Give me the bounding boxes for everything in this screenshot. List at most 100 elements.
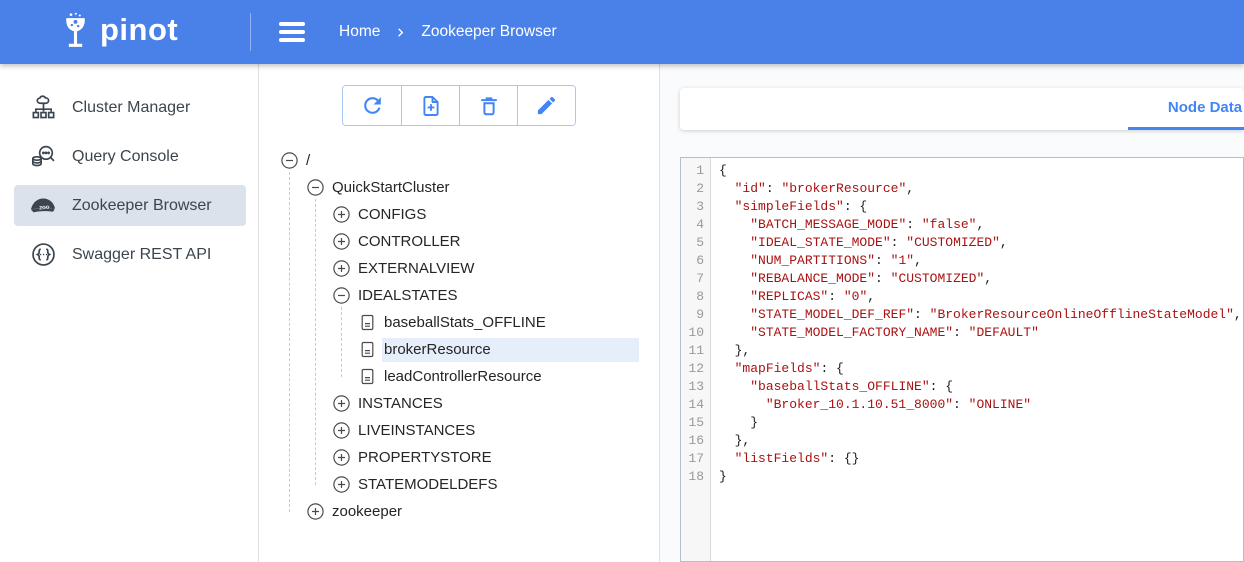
swagger-icon <box>30 241 57 268</box>
plus-circle-icon[interactable] <box>333 395 350 412</box>
minus-circle-icon[interactable] <box>281 152 298 169</box>
tree-item-label: IDEALSTATES <box>356 284 639 308</box>
sidebar: Cluster Manager Query Console ZOOZookeeper… <box>0 64 259 562</box>
tree-item-INSTANCES[interactable]: INSTANCES <box>259 390 639 417</box>
minus-circle-icon[interactable] <box>333 287 350 304</box>
zookeeper-icon: ZOO <box>30 192 57 219</box>
sidebar-item-zookeeper-browser[interactable]: ZOOZookeeper Browser <box>14 185 246 226</box>
refresh-button[interactable] <box>343 86 401 125</box>
chevron-right-icon <box>392 24 409 41</box>
line-number: 15 <box>681 414 704 432</box>
tab-node-data[interactable]: Node Data <box>1128 88 1244 130</box>
sidebar-item-swagger-rest-api[interactable]: Swagger REST API <box>14 234 246 275</box>
minus-circle-icon[interactable] <box>307 179 324 196</box>
plus-circle-icon[interactable] <box>307 503 324 520</box>
line-number: 16 <box>681 432 704 450</box>
line-number: 18 <box>681 468 704 486</box>
code-line: "simpleFields": { <box>719 198 1243 216</box>
add-node-button[interactable] <box>401 86 459 125</box>
tree-item-baseballStats-OFFLINE[interactable]: baseballStats_OFFLINE <box>259 309 639 336</box>
tree-item-label: QuickStartCluster <box>330 176 639 200</box>
node-data-panel: Node Data 123456789101112131415161718 { … <box>660 64 1244 562</box>
line-number: 14 <box>681 396 704 414</box>
code-line: }, <box>719 432 1243 450</box>
document-icon <box>359 368 376 385</box>
app-window: pinot Home Zookeeper Browser Cluster Man… <box>0 0 1244 562</box>
code-line: "mapFields": { <box>719 360 1243 378</box>
sidebar-item-label: Swagger REST API <box>72 246 211 264</box>
line-number: 8 <box>681 288 704 306</box>
line-number: 6 <box>681 252 704 270</box>
refresh-icon <box>360 93 385 118</box>
tree-item-leadControllerResource[interactable]: leadControllerResource <box>259 363 639 390</box>
plus-circle-icon[interactable] <box>333 233 350 250</box>
code-line: "STATE_MODEL_FACTORY_NAME": "DEFAULT" <box>719 324 1243 342</box>
zk-toolbar-group <box>342 85 576 126</box>
app-header: pinot Home Zookeeper Browser <box>0 0 1244 64</box>
delete-button[interactable] <box>459 86 517 125</box>
tree-item-label: zookeeper <box>330 500 639 524</box>
line-number: 4 <box>681 216 704 234</box>
code-line: } <box>719 414 1243 432</box>
tree-item-PROPERTYSTORE[interactable]: PROPERTYSTORE <box>259 444 639 471</box>
plus-circle-icon[interactable] <box>333 206 350 223</box>
plus-circle-icon[interactable] <box>333 422 350 439</box>
sidebar-item-label: Query Console <box>72 148 179 166</box>
tree-item-zookeeper[interactable]: zookeeper <box>259 498 639 525</box>
json-editor[interactable]: 123456789101112131415161718 { "id": "bro… <box>680 157 1244 562</box>
code-area[interactable]: { "id": "brokerResource", "simpleFields"… <box>711 158 1243 561</box>
tree-item-EXTERNALVIEW[interactable]: EXTERNALVIEW <box>259 255 639 282</box>
zookeeper-tree-panel: / QuickStartClusterCONFIGSCONTROLLEREXTER… <box>259 64 660 562</box>
trash-icon <box>477 94 501 118</box>
code-line: "NUM_PARTITIONS": "1", <box>719 252 1243 270</box>
line-number-gutter: 123456789101112131415161718 <box>681 158 711 561</box>
tree-item-IDEALSTATES[interactable]: IDEALSTATES <box>259 282 639 309</box>
plus-circle-icon[interactable] <box>333 449 350 466</box>
tree-item-CONTROLLER[interactable]: CONTROLLER <box>259 228 639 255</box>
breadcrumb-current: Zookeeper Browser <box>421 23 556 41</box>
document-icon <box>359 341 376 358</box>
plus-circle-icon[interactable] <box>333 260 350 277</box>
line-number: 17 <box>681 450 704 468</box>
tree-item-QuickStartCluster[interactable]: QuickStartCluster <box>259 174 639 201</box>
tree-item-label: LIVEINSTANCES <box>356 419 639 443</box>
tree-item-brokerResource[interactable]: brokerResource <box>259 336 639 363</box>
tree-guide-line <box>289 172 290 512</box>
line-number: 11 <box>681 342 704 360</box>
edit-icon <box>535 94 558 117</box>
tree-item-LIVEINSTANCES[interactable]: LIVEINSTANCES <box>259 417 639 444</box>
menu-icon[interactable] <box>275 18 309 45</box>
code-line: "REBALANCE_MODE": "CUSTOMIZED", <box>719 270 1243 288</box>
edit-button[interactable] <box>517 86 575 125</box>
tree-item-label: leadControllerResource <box>382 365 639 389</box>
cluster-icon <box>30 94 57 121</box>
code-line: "id": "brokerResource", <box>719 180 1243 198</box>
line-number: 2 <box>681 180 704 198</box>
tree-item-label: EXTERNALVIEW <box>356 257 639 281</box>
svg-text:ZOO: ZOO <box>39 204 50 210</box>
tree-item-label: / <box>304 149 639 173</box>
tree-item-label: INSTANCES <box>356 392 639 416</box>
code-line: { <box>719 162 1243 180</box>
pinot-logo-text: pinot <box>100 12 178 48</box>
app-body: Cluster Manager Query Console ZOOZookeeper… <box>0 64 1244 562</box>
tab-node-data-label: Node Data <box>1168 99 1242 116</box>
line-number: 1 <box>681 162 704 180</box>
sidebar-item-cluster-manager[interactable]: Cluster Manager <box>14 87 246 128</box>
sidebar-item-query-console[interactable]: Query Console <box>14 136 246 177</box>
tree-item-[interactable]: / <box>259 147 639 174</box>
code-line: } <box>719 468 1243 486</box>
line-number: 7 <box>681 270 704 288</box>
tree-item-STATEMODELDEFS[interactable]: STATEMODELDEFS <box>259 471 639 498</box>
plus-circle-icon[interactable] <box>333 476 350 493</box>
sidebar-item-label: Cluster Manager <box>72 99 190 117</box>
breadcrumb-home-link[interactable]: Home <box>339 23 380 41</box>
code-line: "REPLICAS": "0", <box>719 288 1243 306</box>
tree-item-label: STATEMODELDEFS <box>356 473 639 497</box>
zk-toolbar <box>259 85 659 126</box>
pinot-logo[interactable]: pinot <box>0 0 250 64</box>
note-add-icon <box>419 94 443 118</box>
line-number: 5 <box>681 234 704 252</box>
tree-item-CONFIGS[interactable]: CONFIGS <box>259 201 639 228</box>
code-line: "Broker_10.1.10.51_8000": "ONLINE" <box>719 396 1243 414</box>
